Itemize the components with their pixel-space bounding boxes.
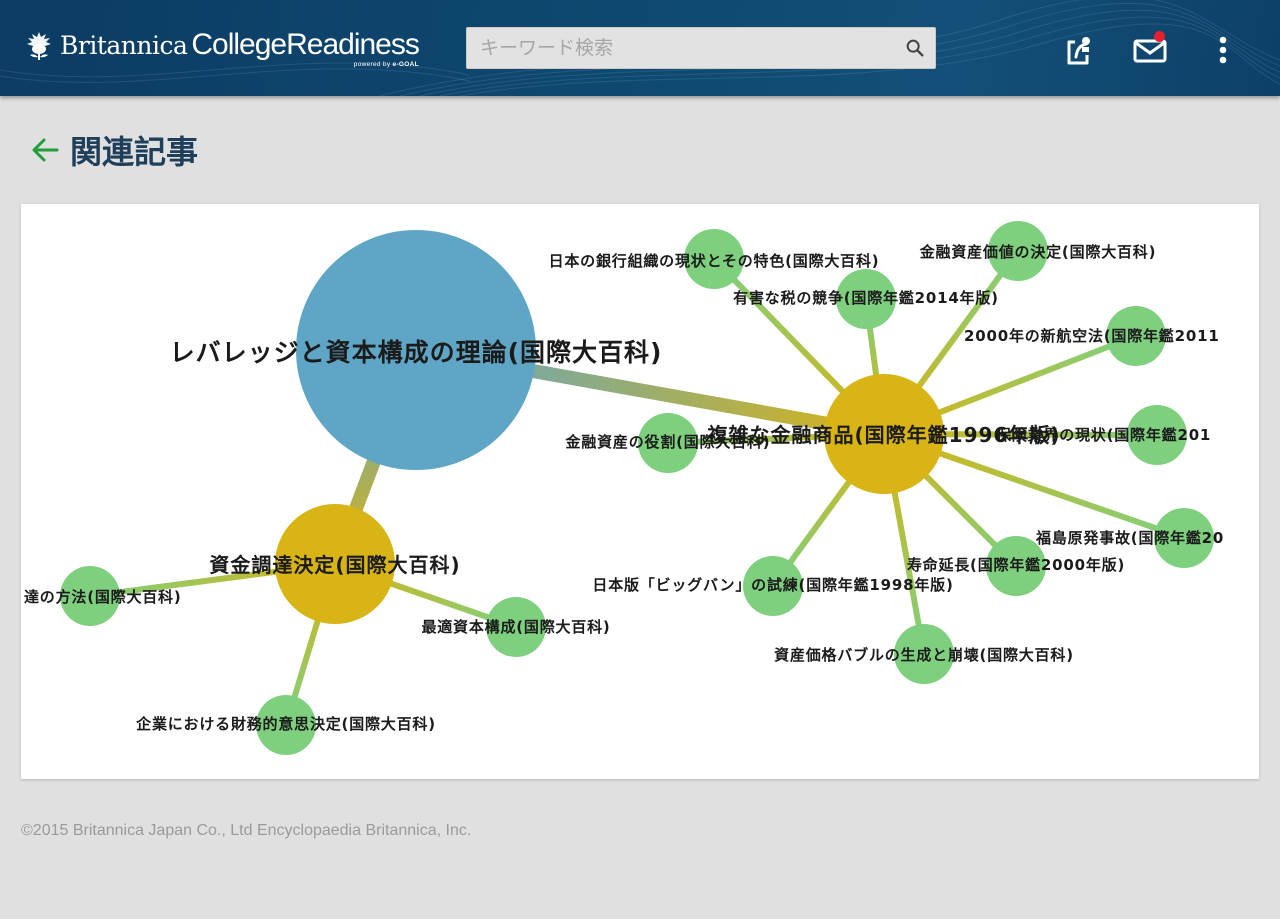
graph-node-label[interactable]: 金融資産の役割(国際大百科)	[565, 433, 771, 451]
mail-notification-badge	[1154, 31, 1165, 42]
graph-node-label[interactable]: 寿命延長(国際年鑑2000年版)	[907, 556, 1125, 574]
graph-node-label[interactable]: 福島原発事故(国際年鑑20	[1035, 529, 1224, 547]
britannica-thistle-logo-icon	[27, 32, 51, 60]
brand-name: Britannica	[60, 31, 188, 60]
graph-node-label[interactable]: 達の方法(国際大百科)	[24, 588, 182, 606]
powered-by-note: powered by e-GOAL	[353, 61, 419, 68]
graph-node-label[interactable]: 最適資本構成(国際大百科)	[421, 618, 610, 636]
share-button[interactable]	[1061, 30, 1097, 70]
copyright-footer: ©2015 Britannica Japan Co., Ltd Encyclop…	[21, 822, 472, 839]
more-vert-icon	[1219, 36, 1227, 64]
arrow-left-icon	[32, 138, 59, 162]
back-button[interactable]	[30, 135, 60, 165]
graph-node-label[interactable]: 日本版「ビッグバン」の試練(国際年鑑1998年版)	[592, 576, 953, 594]
product-name: CollegeReadiness	[191, 28, 419, 61]
graph-node-label[interactable]: 企業における財務的意思決定(国際大百科)	[135, 715, 436, 733]
page-title-row: 関連記事	[30, 128, 198, 172]
more-menu-button[interactable]	[1205, 30, 1241, 70]
graph-node-label[interactable]: 2000年の新航空法(国際年鑑2011	[964, 327, 1220, 345]
mail-button[interactable]	[1132, 30, 1168, 70]
share-icon	[1067, 37, 1090, 65]
related-articles-graph: レバレッジと資本構成の理論(国際大百科) 複雑な金融商品(国際年鑑1996年版) 資…	[21, 204, 1259, 779]
britannica-logo[interactable]: Britannica CollegeReadiness powered by e-…	[22, 28, 420, 68]
graph-node-label[interactable]: 有害な税の競争(国際年鑑2014年版)	[733, 289, 999, 307]
search-icon[interactable]	[895, 28, 935, 68]
graph-node-label[interactable]: 資金調達決定(国際大百科)	[209, 553, 460, 577]
search-input[interactable]	[467, 28, 895, 68]
page-title: 関連記事	[70, 133, 199, 171]
app-header: Britannica CollegeReadiness powered by e-…	[0, 0, 1280, 96]
graph-node-label[interactable]: 日本の銀行組織の現状とその特色(国際大百科)	[549, 252, 880, 270]
graph-canvas: レバレッジと資本構成の理論(国際大百科)複雑な金融商品(国際年鑑1996年版)資…	[24, 221, 1224, 755]
graph-node-label[interactable]: 金融資産価値の決定(国際大百科)	[919, 243, 1157, 261]
graph-node-label[interactable]: 保険業界の現状(国際年鑑201	[995, 426, 1211, 444]
graph-node-label[interactable]: 資産価格バブルの生成と崩壊(国際大百科)	[774, 646, 1074, 664]
graph-node-label[interactable]: レバレッジと資本構成の理論(国際大百科)	[170, 338, 663, 367]
search-bar	[466, 27, 936, 69]
